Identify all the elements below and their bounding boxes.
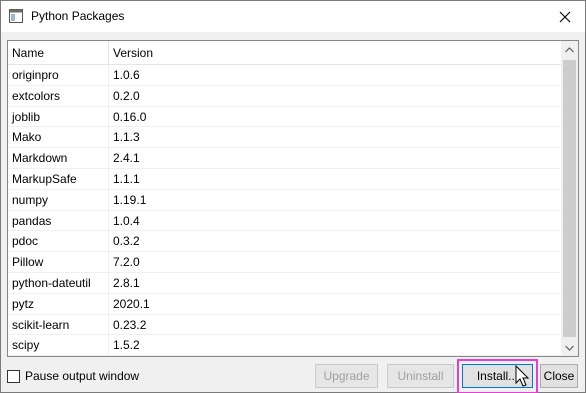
package-name: originpro	[8, 65, 109, 86]
package-version: 2.8.1	[113, 275, 140, 290]
package-name: Markdown	[8, 148, 109, 169]
list-item[interactable]: Mako 1.1.3	[8, 127, 562, 149]
list-item[interactable]: pytz 2020.1	[8, 293, 562, 315]
list-item[interactable]: MarkupSafe 1.1.1	[8, 168, 562, 190]
packages-list[interactable]: Name Version originpro 1.0.6 extcolors 0.2.…	[7, 40, 579, 357]
package-name: Pillow	[8, 252, 109, 273]
app-window-icon	[9, 9, 23, 23]
package-name: extcolors	[8, 85, 109, 107]
list-rows: originpro 1.0.6 extcolors 0.2.0 joblib 0.16.0…	[8, 65, 562, 356]
package-name: pandas	[8, 210, 109, 232]
package-version: 1.0.4	[113, 213, 140, 228]
close-button[interactable]: Close	[540, 364, 578, 388]
package-version: 1.19.1	[113, 192, 147, 207]
package-name: python-dateutil	[8, 272, 109, 294]
chevron-down-icon	[565, 345, 574, 351]
package-name: numpy	[8, 189, 109, 211]
list-item[interactable]: python-dateutil 2.8.1	[8, 272, 562, 294]
pause-output-label[interactable]: Pause output window	[25, 369, 139, 383]
package-version: 1.1.1	[113, 171, 140, 186]
list-item[interactable]: scikit-learn 0.23.2	[8, 314, 562, 336]
upgrade-button[interactable]: Upgrade	[315, 364, 378, 388]
package-name: MarkupSafe	[8, 168, 109, 190]
list-item[interactable]: scipy 1.5.2	[8, 335, 562, 356]
list-item[interactable]: joblib 0.16.0	[8, 106, 562, 128]
close-icon	[559, 11, 571, 22]
list-item[interactable]: Markdown 2.4.1	[8, 148, 562, 169]
column-header-version[interactable]: Version	[109, 41, 562, 65]
package-name: scipy	[8, 335, 109, 356]
package-version: 0.23.2	[113, 317, 147, 332]
python-packages-dialog: Python Packages Name Version originpro 1.…	[0, 0, 586, 393]
package-version: 2020.1	[113, 296, 150, 311]
package-version: 2.4.1	[113, 151, 140, 166]
vertical-scrollbar[interactable]	[561, 41, 578, 356]
package-name: scikit-learn	[8, 314, 109, 336]
package-version: 1.5.2	[113, 338, 140, 353]
dialog-footer: Pause output window Upgrade Uninstall In…	[1, 357, 585, 393]
list-item[interactable]: extcolors 0.2.0	[8, 85, 562, 107]
chevron-up-icon	[565, 46, 574, 52]
pause-output-checkbox[interactable]	[7, 369, 20, 383]
window-close-button[interactable]	[545, 1, 585, 32]
window-title: Python Packages	[31, 9, 125, 23]
package-version: 0.2.0	[113, 88, 140, 103]
pause-output-checkbox-wrap[interactable]: Pause output window	[7, 369, 139, 383]
list-item[interactable]: originpro 1.0.6	[8, 65, 562, 86]
scroll-up-button[interactable]	[561, 41, 578, 58]
scroll-down-button[interactable]	[561, 339, 578, 356]
list-header: Name Version	[8, 41, 562, 65]
list-item[interactable]: pandas 1.0.4	[8, 210, 562, 232]
package-name: Mako	[8, 127, 109, 149]
uninstall-button[interactable]: Uninstall	[387, 364, 454, 388]
package-version: 0.3.2	[113, 234, 140, 249]
package-name: joblib	[8, 106, 109, 128]
package-version: 7.2.0	[113, 255, 140, 270]
package-name: pdoc	[8, 231, 109, 253]
title-bar: Python Packages	[1, 1, 585, 32]
list-item[interactable]: Pillow 7.2.0	[8, 252, 562, 273]
list-item[interactable]: pdoc 0.3.2	[8, 231, 562, 253]
package-name: pytz	[8, 293, 109, 315]
package-version: 1.1.3	[113, 130, 140, 145]
column-header-name[interactable]: Name	[8, 41, 109, 65]
package-version: 1.0.6	[113, 68, 140, 82]
list-item[interactable]: numpy 1.19.1	[8, 189, 562, 211]
scrollbar-thumb[interactable]	[563, 60, 576, 337]
package-version: 0.16.0	[113, 109, 147, 124]
mouse-pointer-icon	[515, 365, 530, 387]
